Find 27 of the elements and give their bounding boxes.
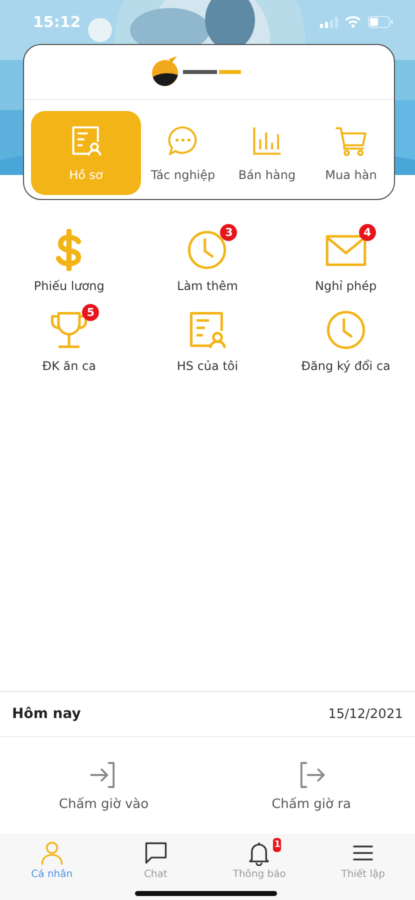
message-icon [142, 840, 169, 866]
feature-item[interactable]: Đăng ký đổi ca [276, 303, 415, 373]
feature-item[interactable]: HS của tôi [138, 303, 277, 373]
check-button[interactable]: Chấm giờ vào [0, 737, 208, 834]
feature-item[interactable]: 5 ĐK ăn ca [0, 303, 138, 373]
person-icon [38, 840, 65, 866]
feature-item[interactable]: Phiếu lương [0, 223, 138, 293]
profile-document-icon [69, 124, 103, 158]
feature-item[interactable]: 4 Nghỉ phép [276, 223, 415, 293]
date-text: 15/12/2021 [328, 706, 403, 722]
count-badge: 1 [273, 838, 282, 852]
wifi-icon [345, 16, 361, 28]
feature-item[interactable]: 3 Làm thêm [138, 223, 277, 293]
battery-icon [368, 16, 393, 28]
module-tab[interactable]: Mua hàn [309, 111, 393, 195]
count-badge: 3 [220, 224, 238, 241]
signal-icon [320, 16, 338, 28]
nav-tab[interactable]: 1 Thông báo [208, 834, 312, 880]
status-time: 15:12 [33, 13, 81, 31]
module-tab[interactable]: Tác nghiệp [141, 111, 225, 195]
cart-icon [334, 124, 368, 158]
section-title: Hôm nay [12, 706, 81, 722]
clock-icon [324, 309, 367, 351]
module-tab[interactable]: Bán hàng [225, 111, 309, 195]
count-badge: 4 [358, 224, 376, 241]
check-button[interactable]: Chấm giờ ra [208, 737, 415, 834]
count-badge: 5 [82, 304, 100, 321]
